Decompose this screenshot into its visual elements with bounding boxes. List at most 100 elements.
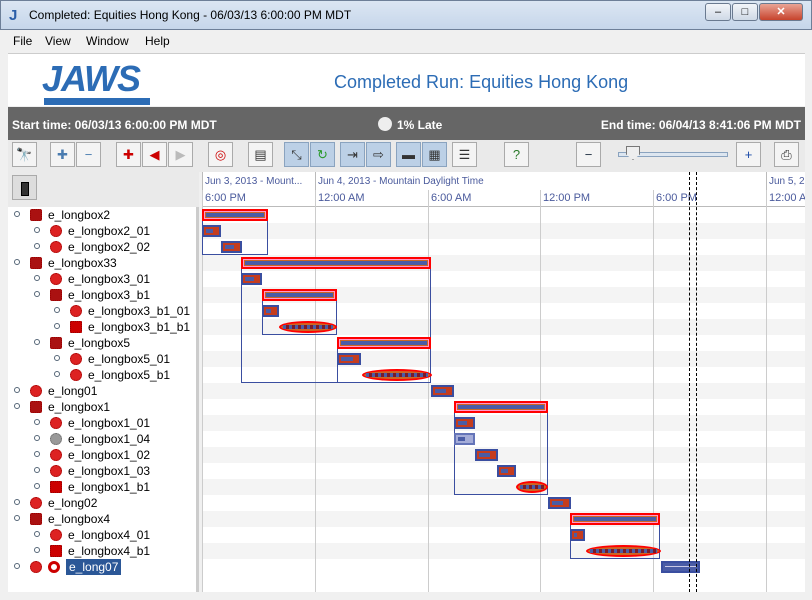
tree-connector-icon[interactable]: [34, 291, 40, 297]
tree-connector-icon[interactable]: [54, 323, 60, 329]
gantt-bar[interactable]: [262, 305, 279, 317]
tree-item[interactable]: e_longbox1_01: [8, 415, 196, 431]
tree-item[interactable]: e_longbox1_b1: [8, 479, 196, 495]
add-red-button[interactable]: ✚: [116, 142, 141, 167]
gantt-bar[interactable]: [497, 465, 516, 477]
tree-item[interactable]: e_long07: [8, 559, 196, 575]
gantt-bar[interactable]: [454, 433, 475, 445]
job-icon: [50, 225, 62, 237]
properties-button[interactable]: ☰: [452, 142, 477, 167]
gantt-bar[interactable]: [586, 545, 661, 557]
gantt-bar[interactable]: [454, 417, 475, 429]
gantt-bar[interactable]: [475, 449, 498, 461]
tree-connector-icon[interactable]: [34, 483, 40, 489]
zoom-in-button[interactable]: +: [736, 142, 761, 167]
tree-item[interactable]: e_longbox33: [8, 255, 196, 271]
tree-item[interactable]: e_longbox1: [8, 399, 196, 415]
tree-item[interactable]: e_longbox2_02: [8, 239, 196, 255]
tree-item[interactable]: e_longbox4: [8, 511, 196, 527]
tree-item[interactable]: e_longbox2: [8, 207, 196, 223]
tree-item[interactable]: e_long02: [8, 495, 196, 511]
refresh-button[interactable]: ↻: [310, 142, 335, 167]
tree-connector-icon[interactable]: [34, 467, 40, 473]
back-red-button[interactable]: ◀: [142, 142, 167, 167]
tree-connector-icon[interactable]: [14, 515, 20, 521]
gantt-bar[interactable]: [202, 225, 221, 237]
tree-connector-icon[interactable]: [14, 387, 20, 393]
tree-connector-icon[interactable]: [34, 451, 40, 457]
menu-window[interactable]: Window: [86, 34, 129, 48]
forward-disabled-button[interactable]: ▶: [168, 142, 193, 167]
legend-button[interactable]: [12, 175, 37, 200]
gantt-bar[interactable]: [279, 321, 337, 333]
gantt-bar[interactable]: [262, 289, 337, 301]
tree-item[interactable]: e_longbox3_b1: [8, 287, 196, 303]
align-right-button[interactable]: ⇨: [366, 142, 391, 167]
job-icon: [50, 273, 62, 285]
find-button[interactable]: 🔭: [12, 142, 37, 167]
gantt-bar[interactable]: [431, 385, 454, 397]
tree-item[interactable]: e_longbox5: [8, 335, 196, 351]
grid-button[interactable]: ▦: [422, 142, 447, 167]
target-button[interactable]: ◎: [208, 142, 233, 167]
maximize-button[interactable]: □: [732, 3, 758, 21]
minimize-button[interactable]: –: [705, 3, 731, 21]
tree-item[interactable]: e_longbox1_02: [8, 447, 196, 463]
tree-item[interactable]: e_longbox4_b1: [8, 543, 196, 559]
gantt-bar[interactable]: [548, 497, 571, 509]
gantt-bar[interactable]: [221, 241, 242, 253]
gantt-bar[interactable]: [241, 257, 431, 269]
tree-connector-icon[interactable]: [54, 307, 60, 313]
collapse-button[interactable]: −: [76, 142, 101, 167]
tree-connector-icon[interactable]: [34, 275, 40, 281]
align-left-button[interactable]: ⇥: [340, 142, 365, 167]
tree-item[interactable]: e_longbox1_04: [8, 431, 196, 447]
tree-item[interactable]: e_longbox3_b1_01: [8, 303, 196, 319]
gantt-bar[interactable]: [661, 561, 700, 573]
gantt-bar[interactable]: [570, 513, 660, 525]
tree-item[interactable]: e_longbox5_b1: [8, 367, 196, 383]
tree-item[interactable]: e_longbox4_01: [8, 527, 196, 543]
tree-connector-icon[interactable]: [14, 259, 20, 265]
tree-connector-icon[interactable]: [34, 339, 40, 345]
gantt-bar[interactable]: [454, 401, 548, 413]
late-percent: 1% Late: [397, 118, 443, 132]
tree-connector-icon[interactable]: [14, 563, 20, 569]
tree-item[interactable]: e_longbox5_01: [8, 351, 196, 367]
tree-item[interactable]: e_long01: [8, 383, 196, 399]
print-button[interactable]: ⎙: [774, 142, 799, 167]
tree-connector-icon[interactable]: [54, 371, 60, 377]
tree-connector-icon[interactable]: [14, 403, 20, 409]
tree-connector-icon[interactable]: [34, 419, 40, 425]
tree-connector-icon[interactable]: [14, 499, 20, 505]
gantt-bar[interactable]: [570, 529, 585, 541]
help-button[interactable]: ?: [504, 142, 529, 167]
tree-item[interactable]: e_longbox2_01: [8, 223, 196, 239]
zoom-out-button[interactable]: −: [576, 142, 601, 167]
tree-connector-icon[interactable]: [34, 227, 40, 233]
menu-file[interactable]: File: [13, 34, 32, 48]
menu-help[interactable]: Help: [145, 34, 170, 48]
tree-item[interactable]: e_longbox3_01: [8, 271, 196, 287]
gantt-bar[interactable]: [337, 353, 361, 365]
gantt-bar[interactable]: [241, 273, 262, 285]
menu-view[interactable]: View: [45, 34, 71, 48]
gantt-bar[interactable]: [362, 369, 432, 381]
tree-connector-icon[interactable]: [34, 531, 40, 537]
tree-connector-icon[interactable]: [34, 547, 40, 553]
fit-button[interactable]: ▬: [396, 142, 421, 167]
report-button[interactable]: ▤: [248, 142, 273, 167]
dependencies-button[interactable]: ⤡: [284, 142, 309, 167]
tree-connector-icon[interactable]: [34, 435, 40, 441]
gantt-bar[interactable]: [337, 337, 431, 349]
close-button[interactable]: ✕: [759, 3, 803, 21]
tree-connector-icon[interactable]: [34, 243, 40, 249]
tree-item[interactable]: e_longbox3_b1_b1: [8, 319, 196, 335]
zoom-slider-thumb[interactable]: [626, 146, 640, 160]
tree-connector-icon[interactable]: [14, 211, 20, 217]
gantt-bar[interactable]: [516, 481, 548, 493]
tree-item[interactable]: e_longbox1_03: [8, 463, 196, 479]
tree-connector-icon[interactable]: [54, 355, 60, 361]
expand-button[interactable]: ✚: [50, 142, 75, 167]
gantt-bar[interactable]: [202, 209, 268, 221]
